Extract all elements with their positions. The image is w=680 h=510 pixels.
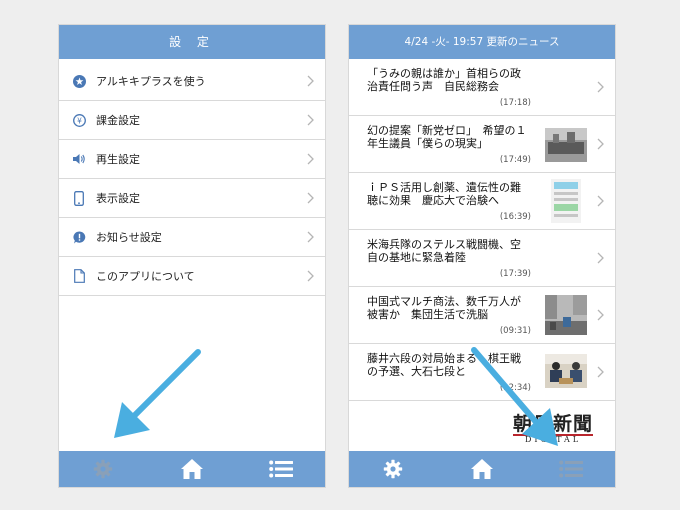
settings-gear-icon xyxy=(94,459,113,479)
settings-item-display[interactable]: 表示設定 xyxy=(59,179,325,218)
news-header: 4/24 -火- 19:57 更新のニュース xyxy=(349,25,615,59)
news-time: (17:39) xyxy=(499,269,531,279)
news-item[interactable]: 米海兵隊のステルス戦闘機、空自の基地に緊急着陸 (17:39) xyxy=(349,230,615,287)
chevron-right-icon xyxy=(307,231,314,243)
settings-item-arukiki-plus[interactable]: アルキキプラスを使う xyxy=(59,62,325,101)
news-thumbnail xyxy=(545,354,587,388)
news-time: (09:31) xyxy=(499,326,531,336)
news-title: ｉＰＳ活用し創薬、遺伝性の難聴に効果 慶応大で治験へ xyxy=(367,181,521,207)
settings-header: 設 定 xyxy=(59,25,325,59)
news-title: 米海兵隊のステルス戦闘機、空自の基地に緊急着陸 xyxy=(367,238,521,264)
news-item[interactable]: 「うみの親は誰か」首相らの政治責任問う声 自民総務会 (17:18) xyxy=(349,59,615,116)
speaker-icon xyxy=(72,152,86,166)
logo-main-text: 朝日新聞 xyxy=(512,413,593,435)
tab-settings[interactable] xyxy=(349,451,438,487)
chevron-right-icon xyxy=(597,309,604,321)
home-icon xyxy=(471,459,493,479)
news-time: (12:34) xyxy=(499,383,531,393)
home-icon xyxy=(181,459,203,479)
chevron-right-icon xyxy=(307,75,314,87)
asahi-digital-logo: 朝日新聞 DIGITAL xyxy=(509,409,597,445)
news-screen: 4/24 -火- 19:57 更新のニュース 「うみの親は誰か」首相らの政治責任… xyxy=(348,24,616,488)
list-icon xyxy=(558,460,583,478)
news-time: (16:39) xyxy=(499,212,531,222)
news-item[interactable]: 中国式マルチ商法、数千万人が被害か 集団生活で洗脳 (09:31) xyxy=(349,287,615,344)
news-title: 「うみの親は誰か」首相らの政治責任問う声 自民総務会 xyxy=(367,67,521,93)
news-time: (17:18) xyxy=(499,98,531,108)
settings-item-label: 表示設定 xyxy=(96,192,140,205)
list-icon xyxy=(268,460,293,478)
settings-item-label: 再生設定 xyxy=(96,153,140,166)
chevron-right-icon xyxy=(597,195,604,207)
chevron-right-icon xyxy=(307,153,314,165)
news-item[interactable]: ｉＰＳ活用し創薬、遺伝性の難聴に効果 慶応大で治験へ (16:39) xyxy=(349,173,615,230)
settings-screen: 設 定 アルキキプラスを使う ¥ 課金設定 再生設定 表示設定 お知らせ設定 こ… xyxy=(58,24,326,488)
settings-title: 設 定 xyxy=(169,35,215,49)
star-circle-icon xyxy=(72,74,86,88)
chevron-right-icon xyxy=(597,366,604,378)
settings-item-playback[interactable]: 再生設定 xyxy=(59,140,325,179)
settings-item-label: お知らせ設定 xyxy=(96,231,162,244)
chevron-right-icon xyxy=(307,114,314,126)
news-thumbnail xyxy=(551,179,581,223)
news-thumbnail xyxy=(545,128,587,162)
news-item[interactable]: 幻の提案「新党ゼロ」 希望の１年生議員「僕らの現実」 (17:49) xyxy=(349,116,615,173)
tab-bar xyxy=(59,451,325,487)
smartphone-icon xyxy=(72,190,86,206)
news-title: 幻の提案「新党ゼロ」 希望の１年生議員「僕らの現実」 xyxy=(367,124,527,150)
news-title: 藤井六段の対局始まる 棋王戦の予選、大石七段と xyxy=(367,352,521,378)
tab-list[interactable] xyxy=(526,451,615,487)
tab-home[interactable] xyxy=(438,451,527,487)
document-icon xyxy=(72,269,86,283)
chevron-right-icon xyxy=(597,81,604,93)
tab-bar xyxy=(349,451,615,487)
settings-item-about[interactable]: このアプリについて xyxy=(59,257,325,296)
news-list: 「うみの親は誰か」首相らの政治責任問う声 自民総務会 (17:18) 幻の提案「… xyxy=(349,59,615,401)
chevron-right-icon xyxy=(597,252,604,264)
settings-gear-icon xyxy=(384,459,403,479)
news-item[interactable]: 藤井六段の対局始まる 棋王戦の予選、大石七段と (12:34) xyxy=(349,344,615,401)
settings-item-label: 課金設定 xyxy=(96,114,140,127)
svg-text:¥: ¥ xyxy=(77,116,82,125)
settings-item-notifications[interactable]: お知らせ設定 xyxy=(59,218,325,257)
settings-item-billing[interactable]: ¥ 課金設定 xyxy=(59,101,325,140)
settings-item-label: このアプリについて xyxy=(96,270,195,283)
chevron-right-icon xyxy=(307,192,314,204)
exclamation-bubble-icon xyxy=(72,230,86,244)
tab-home[interactable] xyxy=(148,451,237,487)
logo-sub-text: DIGITAL xyxy=(524,435,582,444)
news-thumbnail xyxy=(545,295,587,335)
news-header-text: 4/24 -火- 19:57 更新のニュース xyxy=(404,36,560,48)
chevron-right-icon xyxy=(597,138,604,150)
yen-circle-icon: ¥ xyxy=(72,113,86,127)
tab-settings[interactable] xyxy=(59,451,148,487)
settings-list: アルキキプラスを使う ¥ 課金設定 再生設定 表示設定 お知らせ設定 このアプリ… xyxy=(59,62,325,296)
settings-item-label: アルキキプラスを使う xyxy=(96,75,206,88)
tab-list[interactable] xyxy=(236,451,325,487)
chevron-right-icon xyxy=(307,270,314,282)
news-time: (17:49) xyxy=(499,155,531,165)
news-title: 中国式マルチ商法、数千万人が被害か 集団生活で洗脳 xyxy=(367,295,521,321)
